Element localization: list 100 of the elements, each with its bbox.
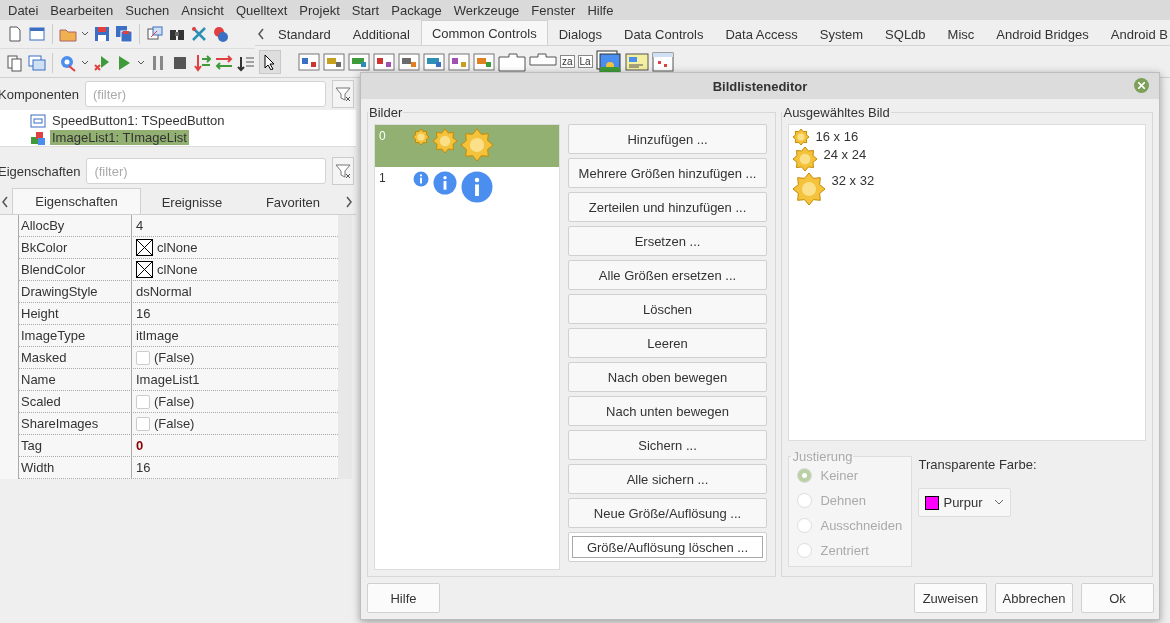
property-value[interactable]: 4 — [136, 218, 144, 233]
clear-filter-button[interactable] — [332, 157, 354, 185]
checkbox[interactable] — [136, 350, 150, 365]
shapes-icon[interactable] — [212, 24, 230, 43]
property-value[interactable]: ImageList1 — [136, 372, 200, 387]
palette-tab[interactable]: Common Controls — [420, 20, 548, 45]
component-label[interactable]: za — [560, 55, 575, 68]
palette-tab[interactable]: Additional — [341, 23, 421, 45]
copy-icon[interactable] — [6, 53, 24, 72]
property-value[interactable]: (False) — [154, 416, 195, 431]
badge-icon — [413, 129, 429, 145]
filter-field[interactable]: (filter) — [86, 158, 326, 184]
badge-icon — [793, 147, 818, 171]
action-button[interactable]: Sichern ... — [568, 430, 767, 460]
property-value[interactable]: itImage — [136, 328, 179, 343]
action-button[interactable]: Hinzufügen ... — [568, 124, 767, 154]
component-icon[interactable] — [448, 50, 470, 73]
palette-tab[interactable]: Android Bridges — [985, 23, 1100, 45]
menu-item[interactable]: Fenster — [525, 2, 582, 18]
menu-item[interactable]: Start — [345, 2, 386, 18]
close-button[interactable] — [1134, 78, 1149, 93]
save-icon[interactable] — [93, 24, 111, 43]
caret-icon[interactable] — [81, 30, 89, 37]
property-value[interactable]: clNone — [157, 240, 198, 255]
component-icon[interactable] — [423, 50, 445, 73]
tree-item[interactable]: ImageList1: TImageList — [50, 130, 189, 145]
component-icon[interactable] — [373, 50, 395, 73]
swap-arrows-icon[interactable] — [215, 53, 233, 72]
menu-item[interactable]: Werkzeuge — [447, 2, 526, 18]
palette-tab[interactable]: Data Access — [714, 23, 809, 45]
palette-tab[interactable]: Dialogs — [547, 23, 613, 45]
action-button[interactable]: Ersetzen ... — [568, 226, 767, 256]
component-icon[interactable] — [298, 50, 320, 73]
action-button[interactable]: Zerteilen und hinzufügen ... — [568, 192, 767, 222]
menu-item[interactable]: Quelltext — [230, 2, 294, 18]
palette-tab[interactable]: Standard — [267, 23, 342, 45]
properties-tab[interactable]: Ereignisse — [141, 190, 243, 214]
component-icon[interactable] — [473, 50, 495, 73]
save-all-icon[interactable] — [115, 24, 133, 43]
action-button[interactable]: Nach oben bewegen — [568, 362, 767, 392]
property-value[interactable]: (False) — [154, 350, 195, 365]
folder-tab-icon[interactable] — [498, 50, 526, 73]
menu-item[interactable]: Package — [385, 2, 448, 18]
palette-tab[interactable]: SQLdb — [874, 23, 937, 45]
clear-filter-button[interactable] — [332, 80, 354, 108]
image-stack-icon[interactable] — [595, 49, 622, 74]
help-button[interactable]: Hilfe — [367, 583, 440, 613]
new-file-icon[interactable] — [6, 24, 24, 43]
palette-tab[interactable]: Misc — [936, 23, 986, 45]
toggle-form-icon[interactable] — [146, 24, 164, 43]
action-button[interactable]: Mehrere Größen hinzufügen ... — [568, 158, 767, 188]
action-button[interactable]: Löschen — [568, 294, 767, 324]
tree-item[interactable]: SpeedButton1: TSpeedButton — [50, 113, 227, 128]
filter-field[interactable]: (filter) — [84, 81, 326, 107]
step-arrows-icon[interactable] — [193, 53, 211, 72]
color-dropdown[interactable]: Purpur — [918, 488, 1012, 517]
component-icon[interactable] — [323, 50, 345, 73]
property-value[interactable]: 16 — [136, 460, 151, 475]
action-button[interactable]: Größe/Auflösung löschen ... — [568, 532, 767, 562]
window-title: Bildlisteneditor — [712, 78, 808, 94]
palette-tab[interactable]: System — [808, 23, 875, 45]
component-label[interactable]: La — [577, 55, 593, 68]
new-window-icon[interactable] — [28, 24, 46, 43]
checkbox[interactable] — [136, 416, 150, 431]
size-label: 24 x 24 — [823, 147, 867, 162]
action-button[interactable]: Nach unten bewegen — [568, 396, 767, 426]
windows-icon[interactable] — [28, 53, 46, 72]
checkbox[interactable] — [136, 394, 150, 409]
menu-item[interactable]: Ansicht — [175, 2, 230, 18]
action-button[interactable]: Neue Größe/Auflösung ... — [568, 498, 767, 528]
property-value[interactable]: dsNormal — [136, 284, 192, 299]
properties-tab[interactable]: Favoriten — [243, 190, 343, 214]
run-cross-icon[interactable] — [93, 53, 111, 72]
palette-tab[interactable]: Android B — [1099, 23, 1170, 45]
dialog-button[interactable]: Abbrechen — [995, 583, 1073, 613]
property-value[interactable]: clNone — [157, 262, 198, 277]
pointer-button[interactable] — [259, 49, 281, 74]
action-button[interactable]: Alle sichern ... — [568, 464, 767, 494]
component-icon[interactable] — [398, 50, 420, 73]
caret-icon[interactable] — [81, 59, 89, 66]
menu-item[interactable]: Bearbeiten — [44, 2, 120, 18]
component-icon[interactable] — [348, 50, 370, 73]
property-value[interactable]: 0 — [136, 438, 144, 453]
dialog-button[interactable]: Zuweisen — [914, 583, 987, 613]
action-button[interactable]: Alle Größen ersetzen ... — [568, 260, 767, 290]
menu-item[interactable]: Datei — [2, 2, 45, 18]
property-name: DrawingStyle — [19, 281, 132, 302]
menu-item[interactable]: Suchen — [119, 2, 176, 18]
note-icon[interactable] — [624, 50, 649, 73]
dialog-button[interactable]: Ok — [1081, 583, 1154, 613]
menu-item[interactable]: Projekt — [293, 2, 346, 18]
properties-tab[interactable]: Eigenschaften — [12, 188, 141, 214]
badge-icon — [433, 129, 457, 153]
calendar-icon[interactable] — [651, 50, 674, 73]
menu-item[interactable]: Hilfe — [581, 2, 620, 18]
property-value[interactable]: 16 — [136, 306, 151, 321]
action-button[interactable]: Leeren — [568, 328, 767, 358]
property-value[interactable]: (False) — [154, 394, 195, 409]
caret-icon[interactable] — [137, 59, 145, 66]
palette-tab[interactable]: Data Controls — [613, 23, 715, 45]
